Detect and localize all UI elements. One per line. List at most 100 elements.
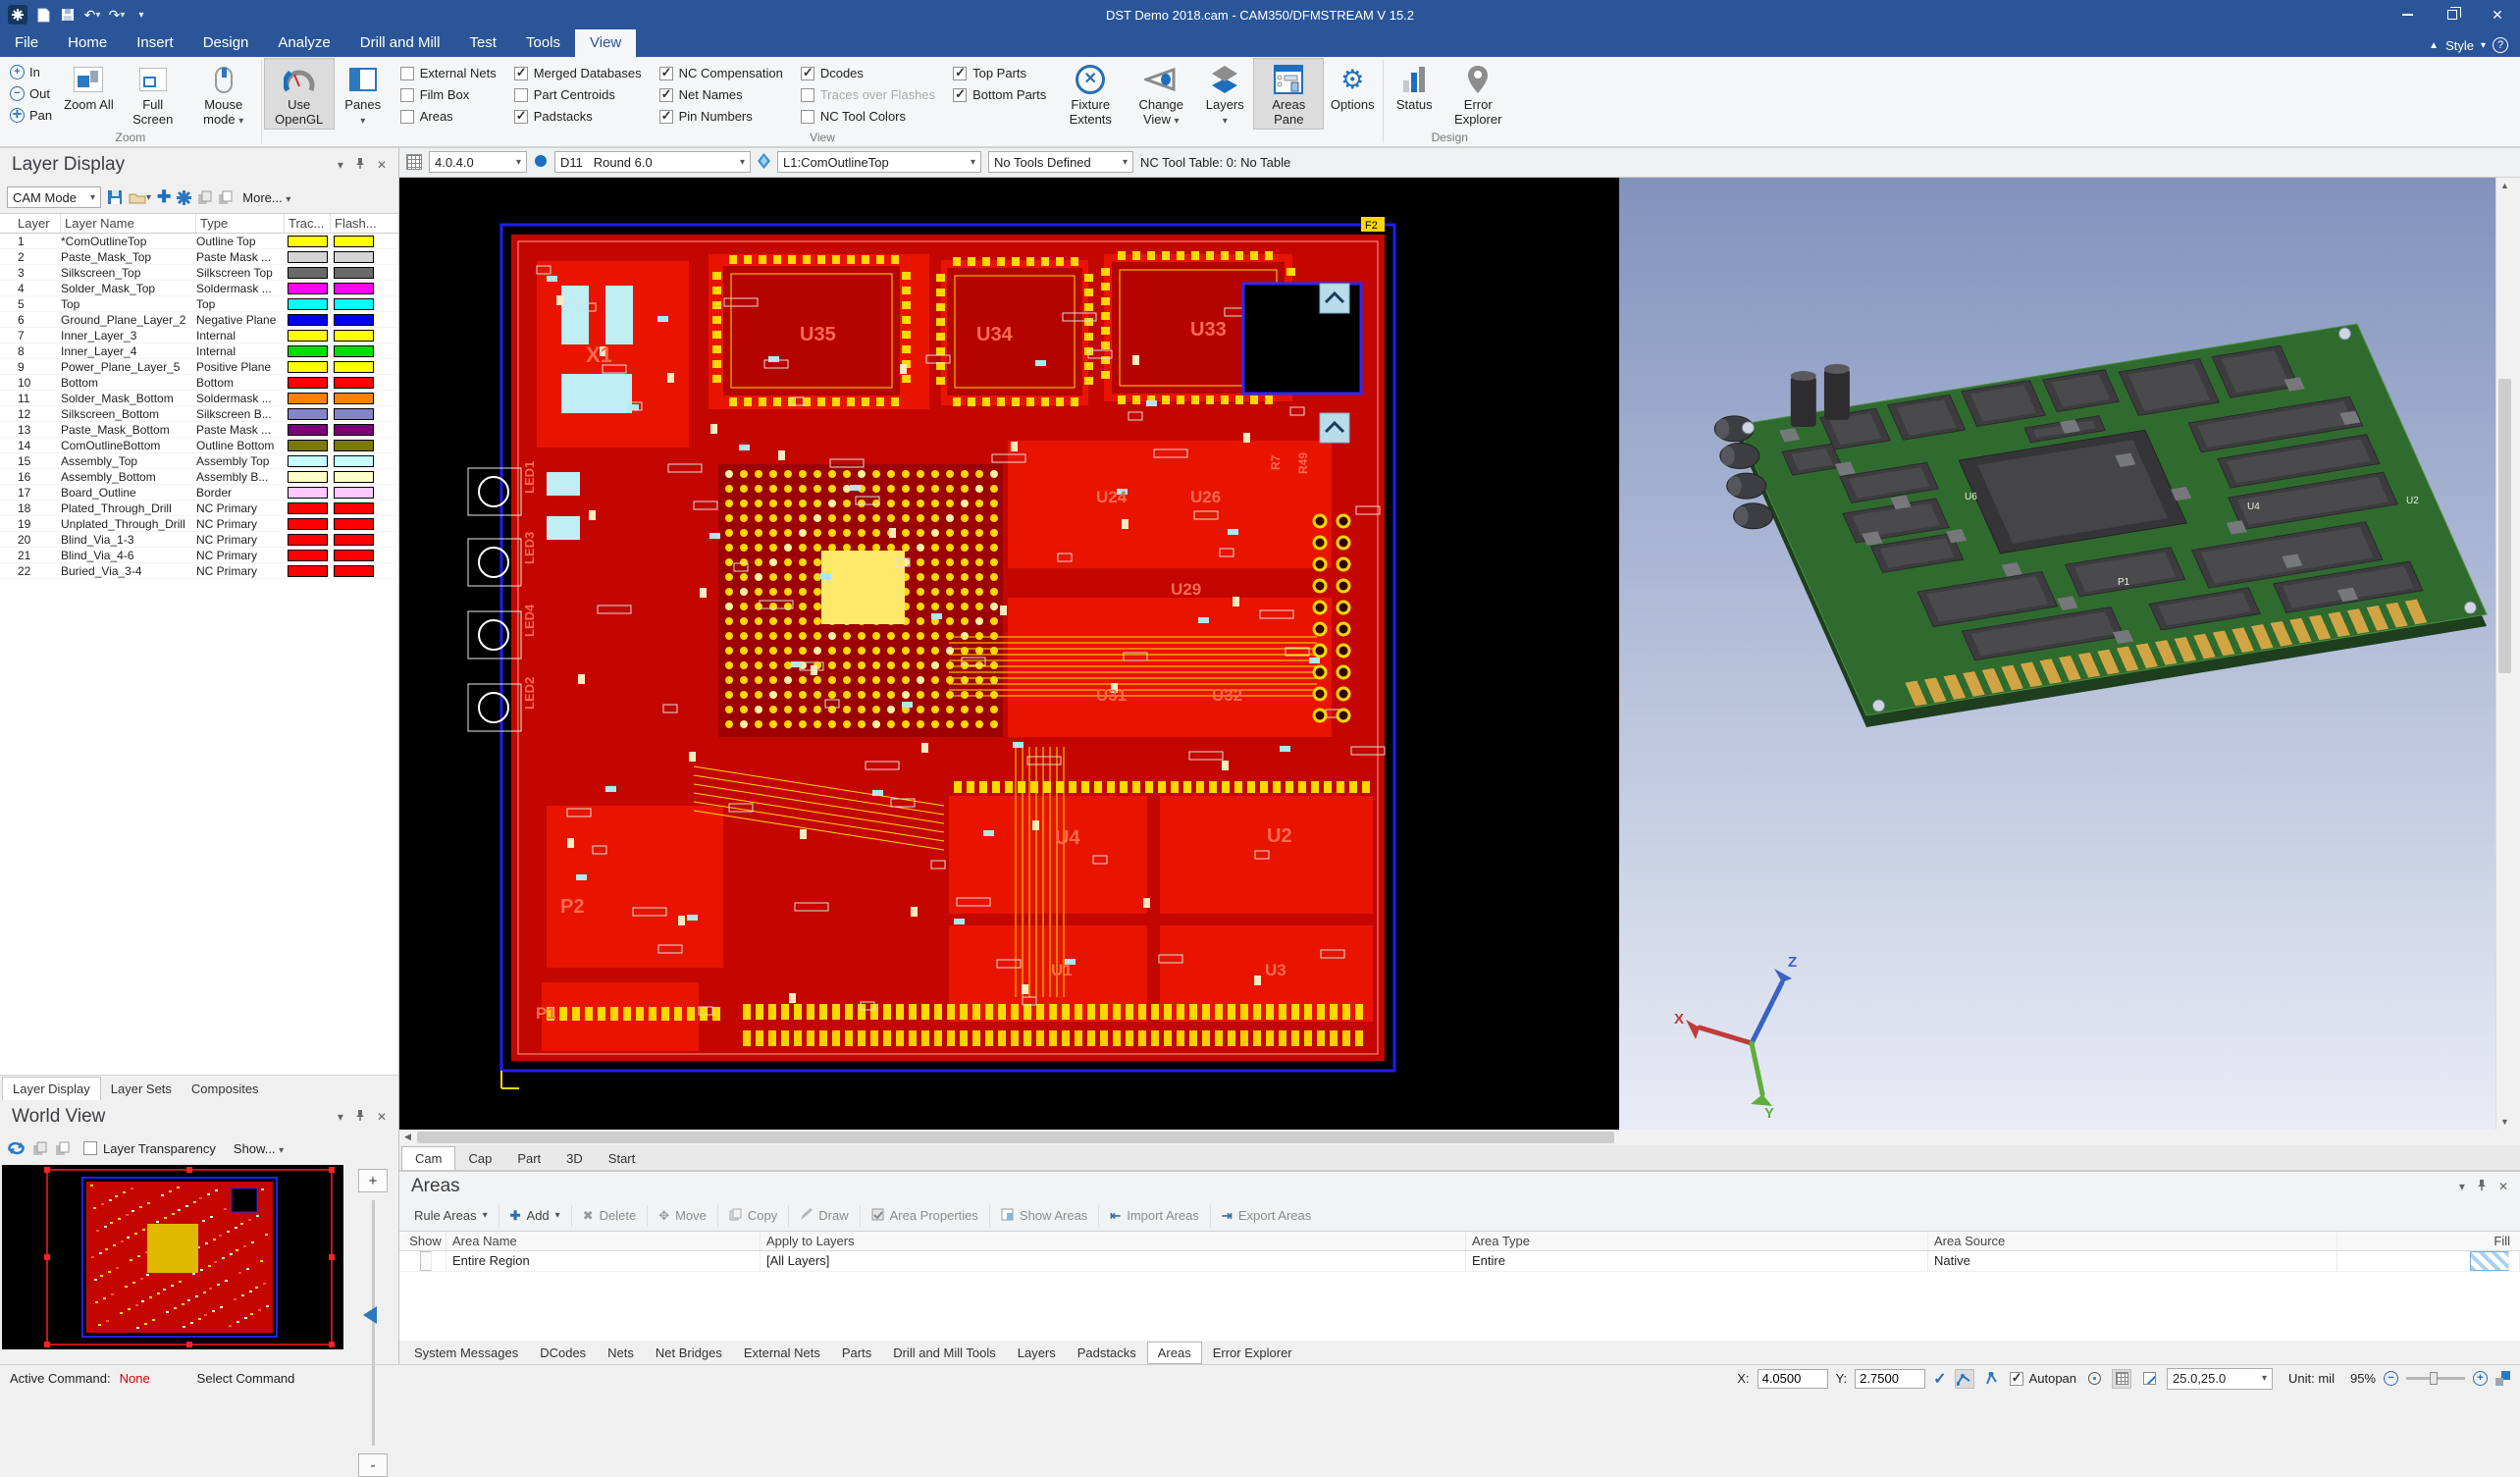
layer-panel-tab[interactable]: Composites (182, 1078, 269, 1100)
app-logo-icon[interactable] (8, 5, 27, 25)
apply-coords-icon[interactable]: ✓ (1933, 1369, 1946, 1389)
layer-row[interactable]: 4 Solder_Mask_Top Soldermask ... (0, 281, 398, 296)
layer-trace-color[interactable] (285, 408, 331, 420)
delete-area-button[interactable]: ✖Delete (572, 1205, 648, 1227)
layer-row[interactable]: 16 Assembly_Bottom Assembly B... (0, 469, 398, 485)
vertical-scrollbar[interactable]: ▲ ▼ (2495, 178, 2513, 1130)
layer-trace-color[interactable] (285, 267, 331, 279)
wv-zoom-slider-thumb[interactable] (363, 1306, 377, 1324)
active-layer-combo[interactable]: L1:ComOutlineTop▾ (777, 151, 981, 173)
checkbox-nc-compensation[interactable]: NC Compensation (659, 66, 783, 80)
layer-flash-color[interactable] (331, 298, 377, 310)
menu-tab[interactable]: Test (454, 29, 511, 57)
layer-flash-color[interactable] (331, 361, 377, 373)
add-area-button[interactable]: ✚Add▾ (499, 1205, 572, 1227)
layer-row[interactable]: 5 Top Top (0, 296, 398, 312)
view-tab[interactable]: Cap (455, 1147, 504, 1170)
fixture-extents-button[interactable]: ✕ Fixture Extents (1055, 58, 1126, 130)
layer-row[interactable]: 15 Assembly_Top Assembly Top (0, 453, 398, 469)
layer-trace-color[interactable] (285, 534, 331, 546)
restore-button[interactable] (2430, 0, 2475, 29)
minimize-button[interactable] (2385, 0, 2430, 29)
close-button[interactable]: ✕ (2475, 0, 2520, 29)
delete-layer-icon[interactable] (177, 190, 191, 205)
panel-close-icon[interactable]: ✕ (2498, 1180, 2508, 1193)
zoom-slider-thumb[interactable] (2430, 1372, 2438, 1385)
layer-trace-color[interactable] (285, 361, 331, 373)
layer-flash-color[interactable] (331, 424, 377, 436)
layer-trace-color[interactable] (285, 393, 331, 404)
pin-icon[interactable] (2477, 1179, 2487, 1194)
export-areas-button[interactable]: ⇥Export Areas (1211, 1205, 1322, 1227)
area-properties-button[interactable]: Area Properties (861, 1205, 990, 1227)
layer-row[interactable]: 6 Ground_Plane_Layer_2 Negative Plane (0, 312, 398, 328)
checkbox-dcodes[interactable]: Dcodes (801, 66, 935, 80)
paste-view-icon[interactable] (55, 1141, 70, 1156)
zoom-in-icon[interactable]: + (2473, 1371, 2488, 1386)
layer-row[interactable]: 3 Silkscreen_Top Silkscreen Top (0, 265, 398, 281)
bottom-tab[interactable]: Net Bridges (645, 1342, 733, 1364)
layer-trace-color[interactable] (285, 487, 331, 499)
checkbox-net-names[interactable]: Net Names (659, 87, 783, 102)
copy-area-button[interactable]: Copy (718, 1205, 789, 1227)
add-layer-icon[interactable]: ✚ (157, 187, 171, 207)
collapse-ribbon-icon[interactable]: ▲ (2429, 40, 2439, 51)
style-menu[interactable]: Style (2445, 38, 2474, 53)
layer-trace-color[interactable] (285, 298, 331, 310)
options-button[interactable]: ⚙ Options (1324, 58, 1381, 130)
pin-icon[interactable] (355, 1109, 365, 1125)
layer-flash-color[interactable] (331, 267, 377, 279)
open-folder-icon[interactable]: ▾ (129, 190, 151, 204)
layer-flash-color[interactable] (331, 471, 377, 483)
layer-row[interactable]: 13 Paste_Mask_Bottom Paste Mask ... (0, 422, 398, 438)
bottom-tab[interactable]: Nets (597, 1342, 645, 1364)
layer-trace-color[interactable] (285, 424, 331, 436)
zoom-out-icon[interactable]: − (2384, 1371, 2398, 1386)
grid-settings-icon[interactable] (406, 154, 422, 170)
layer-transparency-checkbox[interactable]: Layer Transparency (83, 1141, 216, 1156)
layer-row[interactable]: 14 ComOutlineBottom Outline Bottom (0, 438, 398, 453)
undo-icon[interactable]: ↶▾ (83, 6, 101, 24)
layer-trace-color[interactable] (285, 440, 331, 451)
bottom-tab[interactable]: DCodes (529, 1342, 597, 1364)
bottom-tab[interactable]: Padstacks (1067, 1342, 1147, 1364)
show-menu[interactable]: Show... ▾ (234, 1141, 284, 1156)
menu-tab[interactable]: Design (188, 29, 264, 57)
scroll-up-icon[interactable]: ▲ (2496, 178, 2513, 190)
menu-tab[interactable]: Home (53, 29, 122, 57)
more-menu[interactable]: More... ▾ (242, 190, 290, 205)
panel-close-icon[interactable]: ✕ (377, 1110, 387, 1124)
checkbox-padstacks[interactable]: Padstacks (514, 109, 642, 124)
x-coordinate-input[interactable] (1758, 1369, 1828, 1389)
panel-collapse-icon[interactable]: ▾ (338, 158, 343, 172)
layer-flash-color[interactable] (331, 251, 377, 263)
layer-flash-color[interactable] (331, 283, 377, 294)
panel-collapse-icon[interactable]: ▾ (2459, 1180, 2465, 1193)
checkbox-pin-numbers[interactable]: Pin Numbers (659, 109, 783, 124)
bottom-tab[interactable]: System Messages (403, 1342, 529, 1364)
layer-trace-color[interactable] (285, 330, 331, 342)
pcb-3d-view[interactable]: U6U4U2P1XZY (1619, 178, 2495, 1130)
layer-panel-tab[interactable]: Layer Display (2, 1077, 101, 1100)
layer-trace-color[interactable] (285, 550, 331, 561)
menu-tab[interactable]: Drill and Mill (345, 29, 455, 57)
layer-row[interactable]: 1 *ComOutlineTop Outline Top (0, 234, 398, 249)
layer-flash-color[interactable] (331, 236, 377, 247)
layer-flash-color[interactable] (331, 440, 377, 451)
view-tab[interactable]: 3D (553, 1147, 596, 1170)
layer-trace-color[interactable] (285, 345, 331, 357)
horizontal-scroll-thumb[interactable] (417, 1132, 1614, 1143)
area-fill-swatch[interactable] (2337, 1251, 2520, 1271)
layer-trace-color[interactable] (285, 502, 331, 514)
world-view-thumbnail[interactable] (0, 1163, 345, 1359)
autopan-checkbox[interactable]: Autopan (2010, 1371, 2076, 1386)
zoom-out-button[interactable]: −Out (10, 86, 52, 101)
layer-row[interactable]: 22 Buried_Via_3-4 NC Primary (0, 563, 398, 579)
menu-tab[interactable]: Analyze (263, 29, 344, 57)
layer-flash-color[interactable] (331, 565, 377, 577)
y-coordinate-input[interactable] (1855, 1369, 1925, 1389)
layer-row[interactable]: 7 Inner_Layer_3 Internal (0, 328, 398, 343)
vertical-scroll-thumb[interactable] (2498, 379, 2511, 673)
layer-trace-color[interactable] (285, 565, 331, 577)
layer-row[interactable]: 2 Paste_Mask_Top Paste Mask ... (0, 249, 398, 265)
